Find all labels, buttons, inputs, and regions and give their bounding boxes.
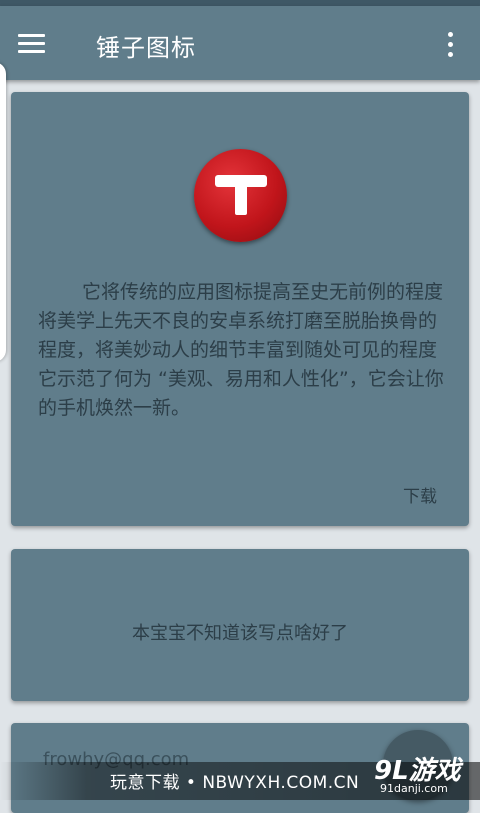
app-toolbar: 锤子图标 [0, 6, 480, 80]
placeholder-card[interactable]: 本宝宝不知道该写点啥好了 [11, 549, 469, 701]
download-button[interactable]: 下载 [403, 482, 437, 507]
card-description: 它将传统的应用图标提高至史无前例的程度将美学上先天不良的安卓系统打磨至脱胎换骨的… [38, 281, 444, 419]
hamburger-menu-icon[interactable] [18, 34, 45, 54]
page-title: 锤子图标 [96, 34, 196, 62]
icon-pack-card[interactable]: 它将传统的应用图标提高至史无前例的程度将美学上先天不良的安卓系统打磨至脱胎换骨的… [11, 92, 469, 526]
smartisan-logo-icon [194, 149, 287, 242]
watermark-logo: 9L游戏 91danji.com [370, 748, 480, 800]
watermark-domain: 91danji.com [380, 782, 448, 795]
watermark-text: 玩意下载 • NBWYXH.COM.CN [110, 773, 360, 793]
placeholder-card-text: 本宝宝不知道该写点啥好了 [132, 623, 348, 644]
drawer-edge-handle[interactable] [0, 62, 6, 362]
more-vert-icon[interactable] [440, 30, 460, 60]
